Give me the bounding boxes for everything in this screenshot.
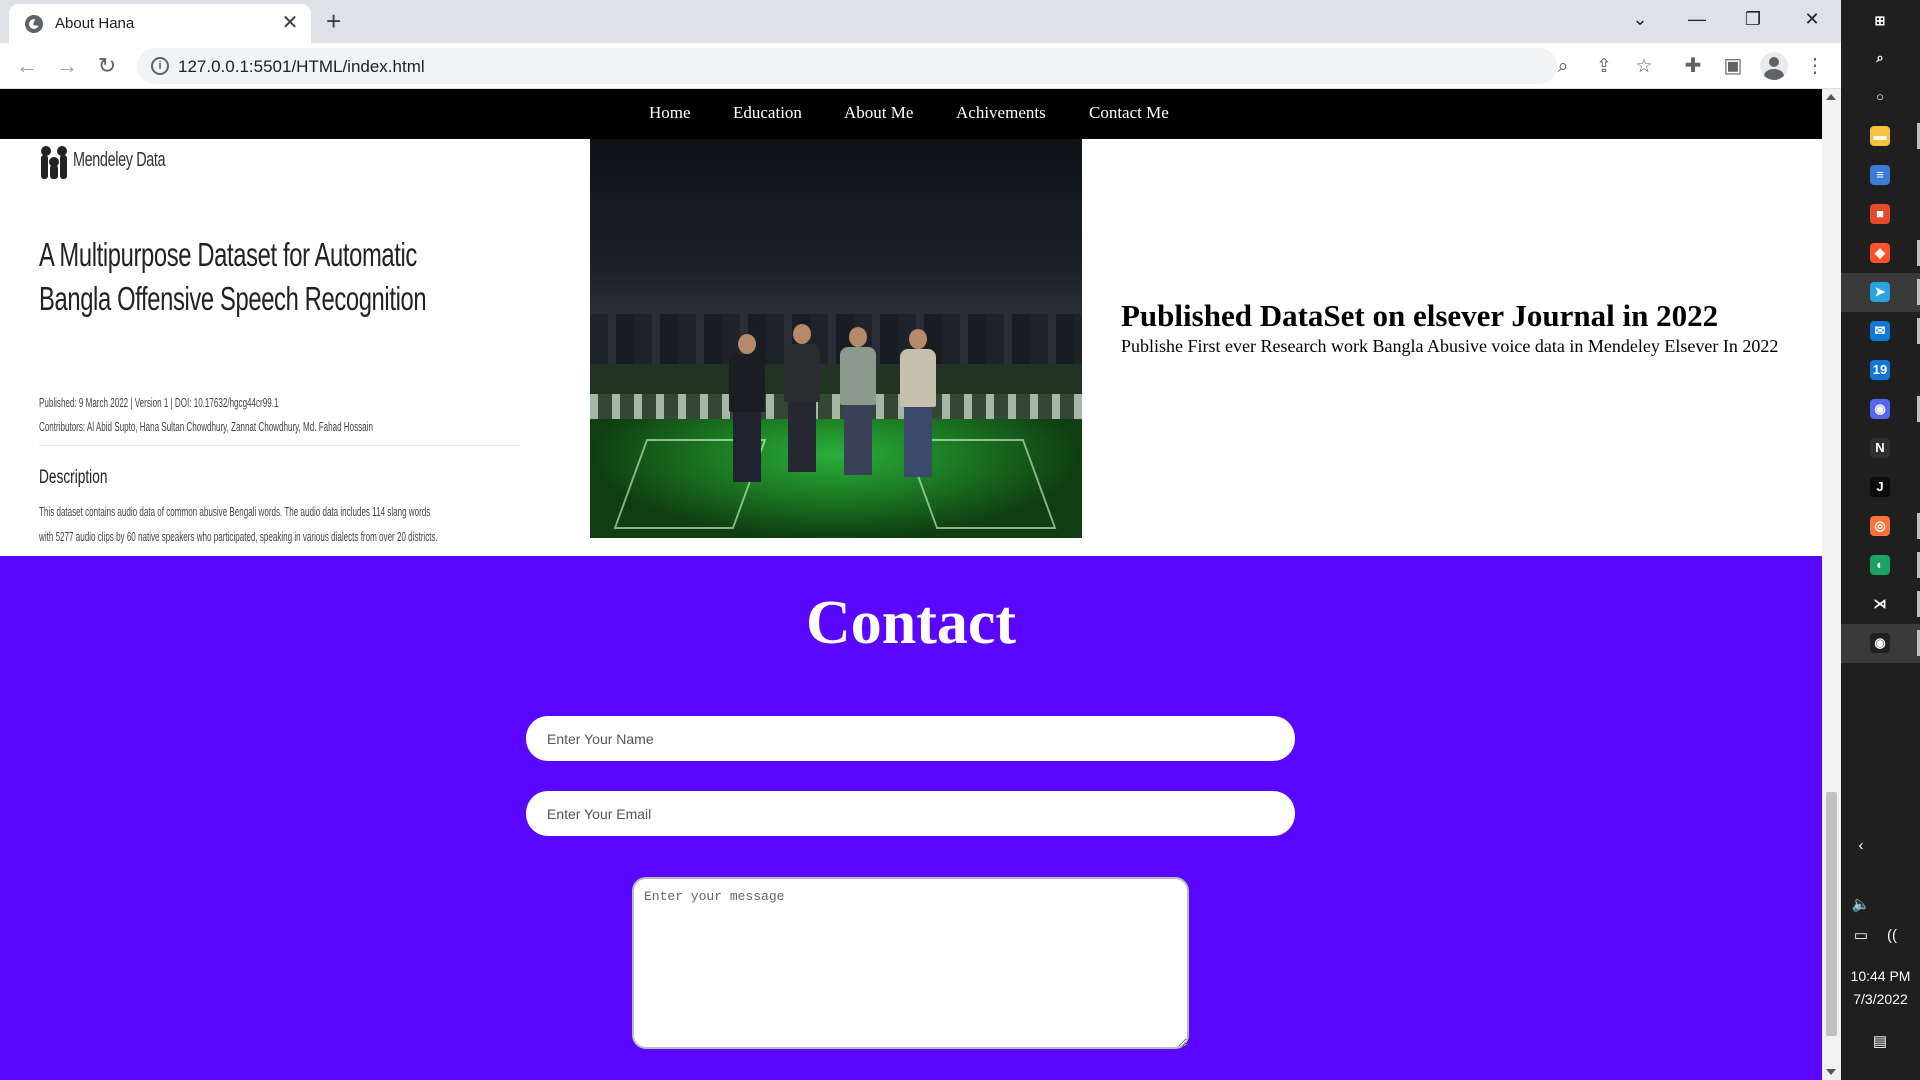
dataset-screenshot: Mendeley Data A Multipurpose Dataset for… (0, 139, 560, 569)
person (725, 334, 769, 484)
mendeley-logo-icon (41, 146, 67, 179)
mail-icon: ✉ (1870, 321, 1890, 341)
dataset-title: A Multipurpose Dataset for Automatic Ban… (39, 236, 427, 317)
forward-button[interactable]: → (52, 52, 82, 80)
jetbrains-icon: J (1870, 477, 1890, 497)
restore-button[interactable]: ❐ (1733, 6, 1773, 32)
back-button[interactable]: ← (12, 52, 42, 80)
url-text[interactable]: 127.0.0.1:5501/HTML/index.html (178, 57, 425, 77)
side-panel-icon[interactable]: ▣ (1718, 53, 1748, 79)
store-icon: ■ (1870, 204, 1890, 224)
person (780, 324, 824, 474)
bookmark-star-icon[interactable]: ☆ (1631, 57, 1657, 77)
person (896, 329, 940, 479)
close-tab-icon[interactable]: ✕ (279, 12, 301, 34)
taskbar-item[interactable]: ◎ (1841, 507, 1920, 546)
person (836, 327, 880, 477)
scroll-up-icon[interactable] (1826, 94, 1836, 100)
taskbar-item[interactable]: ⋊ (1841, 585, 1920, 624)
publication-heading: Published DataSet on elsever Journal in … (1121, 298, 1719, 333)
minimize-button[interactable]: — (1677, 6, 1717, 32)
battery-icon[interactable]: ▭ (1851, 927, 1871, 945)
calendar-icon: 19 (1870, 360, 1890, 380)
profile-avatar-icon[interactable] (1760, 52, 1788, 80)
browser-menu-icon[interactable]: ⋮ (1800, 53, 1830, 79)
email-input[interactable] (526, 791, 1295, 836)
taskbar-item[interactable]: ○ (1841, 78, 1920, 117)
scroll-thumb[interactable] (1826, 792, 1837, 1036)
new-tab-button[interactable]: + (326, 8, 341, 34)
browser-window: About Hana ✕ + ⌄ — ❐ ✕ ← → ↻ i 127.0.0.1… (0, 0, 1841, 1080)
share-icon[interactable]: ⇪ (1591, 57, 1617, 77)
taskbar-item[interactable]: ➤ (1841, 273, 1920, 312)
tab-strip: About Hana ✕ + ⌄ — ❐ ✕ (0, 0, 1841, 43)
brave-icon: ◆ (1870, 243, 1890, 263)
site-info-icon[interactable]: i (151, 57, 169, 75)
tray-chevron-icon[interactable]: ‹ (1851, 837, 1871, 855)
zoom-icon[interactable]: ⌕ (1550, 57, 1576, 77)
scroll-down-icon[interactable] (1826, 1069, 1836, 1075)
clock-time[interactable]: 10:44 PM (1841, 968, 1920, 984)
browser-toolbar: ← → ↻ i 127.0.0.1:5501/HTML/index.html ⌕… (0, 43, 1841, 89)
taskbar-item[interactable]: ■ (1841, 195, 1920, 234)
taskbar-item[interactable]: J (1841, 468, 1920, 507)
tab-title: About Hana (55, 15, 135, 32)
nav-education[interactable]: Education (733, 103, 802, 123)
page-viewport: Home Education About Me Achivements Cont… (0, 89, 1822, 1080)
search-icon: ⌕ (1870, 48, 1890, 68)
taskbar-item[interactable]: ◐ (1841, 546, 1920, 585)
nav-contact-me[interactable]: Contact Me (1089, 103, 1169, 123)
firefox-icon: ◎ (1870, 516, 1890, 536)
tab-search-icon[interactable]: ⌄ (1620, 6, 1660, 32)
clock-date[interactable]: 7/3/2022 (1841, 991, 1920, 1007)
globe-icon (25, 15, 43, 33)
app-icon: ≡ (1870, 165, 1890, 185)
taskbar-item[interactable]: ⊞ (1841, 2, 1920, 41)
taskbar-item[interactable]: 19 (1841, 351, 1920, 390)
taskbar-item[interactable]: N (1841, 429, 1920, 468)
file-explorer-icon: ▬ (1870, 126, 1890, 146)
taskbar-item[interactable]: ◉ (1841, 624, 1920, 663)
vscode-icon: ⋊ (1870, 594, 1890, 614)
nav-home[interactable]: Home (649, 103, 691, 123)
tab-about-hana[interactable]: About Hana ✕ (9, 4, 311, 43)
page-scrollbar[interactable] (1822, 89, 1841, 1080)
windows-start-icon: ⊞ (1870, 11, 1890, 31)
nav-achivements[interactable]: Achivements (956, 103, 1046, 123)
taskbar-item[interactable]: ◆ (1841, 234, 1920, 273)
site-navbar: Home Education About Me Achivements Cont… (0, 89, 1822, 139)
chrome-icon: ◉ (1870, 633, 1890, 653)
edge-icon: ◐ (1870, 555, 1890, 575)
reload-button[interactable]: ↻ (92, 52, 122, 80)
notifications-icon[interactable]: ▤ (1870, 1033, 1890, 1051)
wifi-icon[interactable]: (( (1882, 927, 1902, 945)
taskbar-item[interactable]: ⌕ (1841, 39, 1920, 78)
close-window-button[interactable]: ✕ (1792, 6, 1832, 32)
cortana-icon: ○ (1870, 87, 1890, 107)
discord-icon: ◉ (1870, 399, 1890, 419)
address-bar[interactable]: i 127.0.0.1:5501/HTML/index.html ⌕ ⇪ ☆ (137, 48, 1653, 84)
taskbar-item[interactable]: ✉ (1841, 312, 1920, 351)
divider (39, 445, 519, 446)
notion-icon: N (1870, 438, 1890, 458)
message-textarea[interactable] (632, 877, 1189, 1049)
telegram-icon: ➤ (1870, 282, 1890, 302)
group-photo (590, 139, 1082, 538)
description-heading: Description (39, 467, 108, 488)
publication-text: Publishe First ever Research work Bangla… (1121, 336, 1779, 356)
taskbar-item[interactable]: ≡ (1841, 156, 1920, 195)
contact-section: Contact (0, 556, 1822, 1080)
taskbar-item[interactable]: ▬ (1841, 117, 1920, 156)
mendeley-brand: Mendeley Data (73, 149, 166, 171)
dataset-contributors: Contributors: Al Abid Supto, Hana Sultan… (39, 419, 373, 434)
nav-about-me[interactable]: About Me (844, 103, 913, 123)
volume-icon[interactable]: 🔈 (1851, 896, 1871, 914)
taskbar-item[interactable]: ◉ (1841, 390, 1920, 429)
contact-title: Contact (805, 589, 1017, 657)
name-input[interactable] (526, 716, 1295, 761)
dataset-meta: Published: 9 March 2022 | Version 1 | DO… (39, 395, 279, 410)
extensions-icon[interactable]: ✚ (1678, 53, 1708, 79)
